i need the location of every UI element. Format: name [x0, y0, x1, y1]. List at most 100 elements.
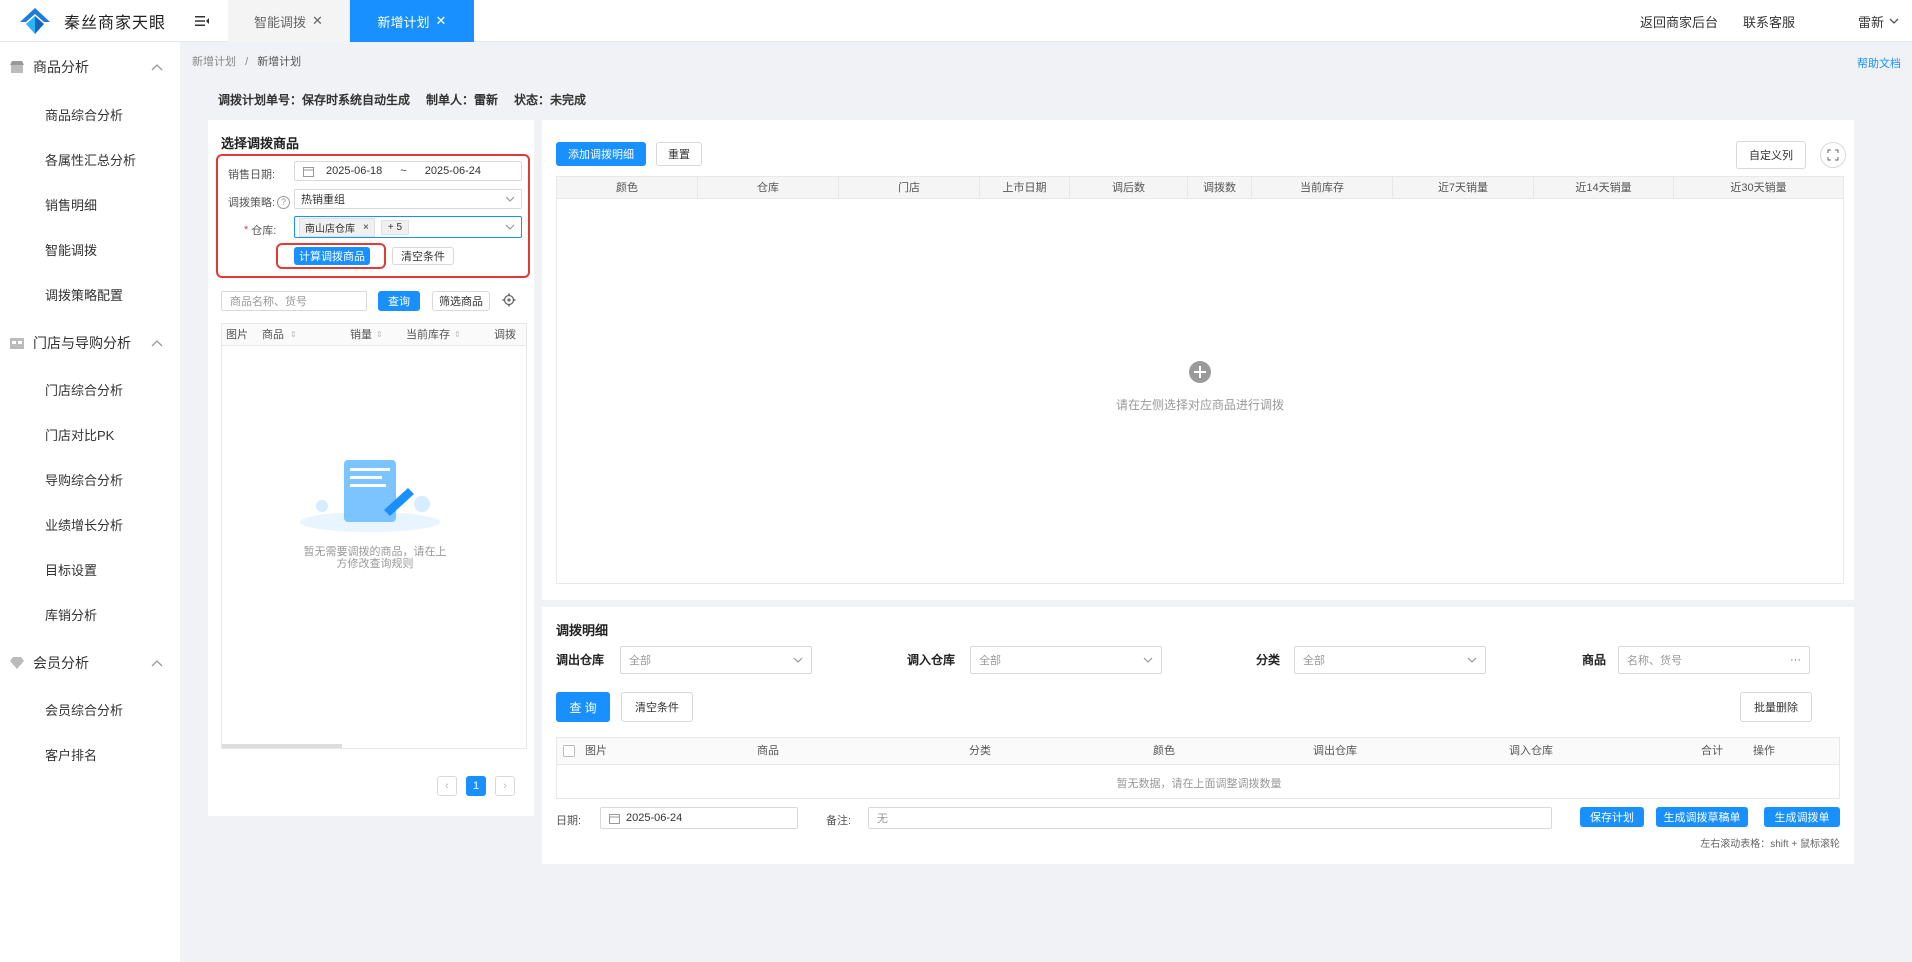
breadcrumb-current: 新增计划 [257, 56, 302, 68]
breadcrumb-parent[interactable]: 新增计划 [192, 56, 236, 68]
app-logo[interactable]: 秦丝商家天眼 [18, 6, 166, 36]
required-mark: * [244, 224, 249, 236]
generate-draft-button[interactable]: 生成调拨草稿单 [1656, 807, 1748, 827]
sidebar-group-member-analysis[interactable]: 会员分析 [0, 643, 180, 683]
select-all-checkbox[interactable] [563, 745, 575, 757]
goods-search-input[interactable]: 商品名称、货号 [221, 291, 367, 311]
more-icon[interactable]: ··· [1790, 654, 1801, 666]
calc-goods-button[interactable]: 计算调拨商品 [294, 247, 370, 265]
empty-goods-message: 暂无需要调拨的商品，请在上 方修改查询规则 [282, 546, 468, 570]
generate-order-button[interactable]: 生成调拨单 [1764, 807, 1840, 827]
warehouse-label: 仓库: [251, 225, 277, 237]
in-warehouse-select[interactable]: 全部 [970, 646, 1162, 674]
allocation-table-header: 颜色 仓库 门店 上市日期 调后数 调拨数 当前库存 近7天销量 近14天销量 … [557, 177, 1843, 199]
detail-query-button[interactable]: 查 询 [556, 692, 610, 722]
col-store: 门店 [839, 177, 980, 199]
col-launch-date: 上市日期 [980, 177, 1070, 199]
strategy-select[interactable]: 热销重组 [294, 189, 522, 209]
col-stock[interactable]: 当前库存 [406, 324, 450, 346]
empty-line-1: 暂无需要调拨的商品，请在上 [303, 546, 447, 558]
col-goods[interactable]: 商品 [262, 324, 284, 346]
col-warehouse: 仓库 [698, 177, 839, 199]
batch-delete-button[interactable]: 批量删除 [1740, 692, 1812, 722]
sidebar-item-sales-detail[interactable]: 销售明细 [45, 196, 97, 216]
tag-close-icon[interactable]: × [363, 222, 369, 233]
back-to-admin-link[interactable]: 返回商家后台 [1640, 0, 1718, 42]
chevron-down-icon [1143, 657, 1153, 663]
add-circle-icon[interactable] [1189, 361, 1211, 383]
col-sales[interactable]: 销量 [350, 324, 372, 346]
page-number-current[interactable]: 1 [466, 776, 486, 796]
search-placeholder: 商品名称、货号 [230, 296, 307, 308]
query-button[interactable]: 查询 [378, 291, 420, 311]
sidebar-item-target-setting[interactable]: 目标设置 [45, 561, 97, 581]
sales-date-label: 销售日期: [228, 169, 276, 181]
close-icon[interactable]: ✕ [436, 13, 447, 29]
horizontal-scrollbar[interactable] [222, 744, 342, 748]
date-separator: ~ [400, 165, 407, 177]
date-start[interactable]: 2025-06-18 [326, 165, 382, 177]
user-menu[interactable]: 雷新 [1858, 0, 1900, 42]
sidebar-item-product-overview[interactable]: 商品综合分析 [45, 106, 123, 126]
sidebar-item-attribute-summary[interactable]: 各属性汇总分析 [45, 151, 136, 171]
plan-status: 状态：未完成 [514, 93, 587, 107]
category-select[interactable]: 全部 [1294, 646, 1486, 674]
sidebar-item-smart-allocation[interactable]: 智能调拨 [45, 241, 97, 261]
add-allocation-detail-button[interactable]: 添加调拨明细 [556, 142, 646, 166]
help-docs-link[interactable]: 帮助文档 [1857, 55, 1901, 71]
breadcrumb: 新增计划 / 新增计划 [192, 53, 301, 69]
clear-conditions-button[interactable]: 清空条件 [392, 247, 454, 265]
next-page-button[interactable]: › [495, 776, 515, 796]
filter-goods-button[interactable]: 筛选商品 [432, 291, 490, 311]
sort-icon[interactable]: ⇕ [290, 330, 297, 339]
detail-clear-button[interactable]: 清空条件 [621, 692, 693, 722]
help-circle-icon[interactable]: ? [277, 195, 291, 209]
sidebar-item-store-overview[interactable]: 门店综合分析 [45, 381, 123, 401]
col-allocation-count: 调拨数 [1188, 177, 1252, 199]
custom-columns-button[interactable]: 自定义列 [1736, 141, 1806, 169]
sidebar-item-growth-analysis[interactable]: 业绩增长分析 [45, 516, 123, 536]
allocation-empty-text: 请在左侧选择对应商品进行调拨 [1115, 398, 1284, 412]
date-end[interactable]: 2025-06-24 [425, 165, 481, 177]
sidebar-group-store-analysis[interactable]: 门店与导购分析 [0, 323, 180, 363]
sidebar-item-customer-ranking[interactable]: 客户排名 [45, 746, 97, 766]
col-color: 颜色 [1153, 745, 1175, 757]
reset-button[interactable]: 重置 [656, 142, 702, 166]
sidebar-item-member-overview[interactable]: 会员综合分析 [45, 701, 123, 721]
store-icon [10, 61, 24, 73]
fullscreen-icon [1827, 149, 1839, 161]
in-warehouse-value: 全部 [979, 655, 1001, 667]
col-allocation: 调拨 [494, 329, 516, 341]
plan-info: 调拨计划单号：保存时系统自动生成 制单人：雷新 状态：未完成 [218, 91, 602, 108]
sidebar-item-strategy-config[interactable]: 调拨策略配置 [45, 286, 123, 306]
out-warehouse-select[interactable]: 全部 [620, 646, 812, 674]
gear-icon[interactable] [502, 293, 516, 307]
strategy-label: 调拨策略: [228, 197, 276, 209]
menu-fold-icon[interactable] [194, 13, 210, 29]
sidebar-item-stock-sales[interactable]: 库销分析 [45, 606, 97, 626]
note-input[interactable]: 无 [868, 807, 1552, 829]
warehouse-more-count: + 5 [380, 219, 410, 235]
plan-date-picker[interactable]: 2025-06-24 [600, 807, 798, 829]
sidebar-group-product-analysis[interactable]: 商品分析 [0, 47, 180, 87]
chevron-down-icon [1889, 18, 1899, 24]
sidebar-item-guide-overview[interactable]: 导购综合分析 [45, 471, 123, 491]
goods-label: 商品 [1582, 653, 1607, 667]
sort-icon[interactable]: ⇕ [376, 330, 383, 339]
tab-smart-allocation[interactable]: 智能调拨 ✕ [228, 0, 350, 42]
fullscreen-button[interactable] [1820, 142, 1846, 168]
tab-label: 新增计划 [377, 14, 430, 30]
diamond-icon [10, 657, 24, 669]
prev-page-button[interactable]: ‹ [437, 776, 457, 796]
sidebar-item-store-pk[interactable]: 门店对比PK [45, 426, 114, 446]
calendar-icon [609, 813, 620, 824]
tab-new-plan[interactable]: 新增计划 ✕ [350, 0, 474, 42]
sort-icon[interactable]: ⇕ [454, 330, 461, 339]
goods-search-field[interactable]: 名称、货号 ··· [1618, 646, 1810, 674]
col-actions: 操作 [1753, 745, 1775, 757]
save-plan-button[interactable]: 保存计划 [1580, 807, 1644, 827]
close-icon[interactable]: ✕ [312, 13, 323, 29]
contact-support-link[interactable]: 联系客服 [1743, 0, 1795, 42]
sales-date-range[interactable]: 2025-06-18 ~ 2025-06-24 [294, 161, 522, 181]
warehouse-select[interactable]: 南山店仓库 × + 5 [294, 216, 522, 238]
